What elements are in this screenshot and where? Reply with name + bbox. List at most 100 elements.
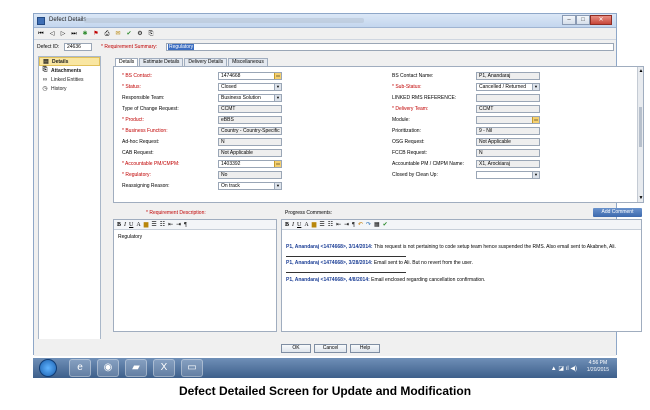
bullet-list-icon[interactable]: ☰: [151, 221, 156, 229]
maximize-icon[interactable]: □: [576, 15, 590, 25]
fccb-request-field[interactable]: N: [476, 149, 540, 157]
summary-field[interactable]: Regulatory: [166, 43, 614, 51]
sidebar-item-attachments[interactable]: ⎘ Attachments: [39, 66, 100, 75]
tab-delivery-details[interactable]: Delivery Details: [184, 58, 228, 66]
chevron-down-icon[interactable]: ▼: [532, 84, 539, 90]
highlight-icon[interactable]: ▆: [312, 221, 317, 229]
field-label: Type of Change Request:: [122, 106, 179, 112]
bold-icon[interactable]: B: [285, 221, 289, 229]
file-manager-icon[interactable]: ▭: [181, 359, 203, 377]
font-color-icon[interactable]: A: [136, 221, 140, 229]
lookup-icon[interactable]: ▭: [532, 117, 539, 123]
underline-icon[interactable]: U: [129, 221, 133, 229]
text-direction-icon[interactable]: ¶: [352, 221, 355, 229]
scroll-up-icon[interactable]: ▲: [638, 68, 644, 74]
description-editor[interactable]: B I U A ▆ ☰ ☷ ⇤ ⇥ ¶ Regulatory: [113, 219, 277, 332]
underline-icon[interactable]: U: [297, 221, 301, 229]
mail-icon[interactable]: ✉: [114, 30, 122, 39]
flag-icon[interactable]: ⚑: [92, 30, 100, 39]
responsible-team-select[interactable]: Business Solution ▼: [218, 94, 282, 102]
reassigning-reason-select[interactable]: On track ▼: [218, 182, 282, 190]
indent-left-icon[interactable]: ⇤: [336, 221, 341, 229]
settings-icon[interactable]: ⚙: [136, 30, 144, 39]
indent-left-icon[interactable]: ⇤: [168, 221, 173, 229]
closed-by-cleanup-select[interactable]: ▼: [476, 171, 540, 179]
regulatory-field[interactable]: No: [218, 171, 282, 179]
comment-text: Email enclosed regarding cancellation co…: [369, 277, 486, 283]
bs-contact-input[interactable]: 1474668 ▭: [218, 72, 282, 80]
clock-date: 1/20/2015: [586, 367, 609, 373]
help-button[interactable]: Help: [350, 344, 380, 353]
field-value: 1403392: [221, 161, 241, 167]
attach-icon[interactable]: ⎘: [147, 30, 155, 39]
excel-icon[interactable]: X: [153, 359, 175, 377]
chevron-down-icon[interactable]: ▼: [532, 172, 539, 178]
ok-button[interactable]: OK: [281, 344, 311, 353]
cancel-button[interactable]: Cancel: [314, 344, 347, 353]
spell-check-icon[interactable]: ✔: [125, 30, 133, 39]
delivery-team-field[interactable]: CCMT: [476, 105, 540, 113]
internet-explorer-icon[interactable]: e: [69, 359, 91, 377]
close-icon[interactable]: ✕: [590, 15, 612, 25]
lookup-icon[interactable]: ▭: [274, 73, 281, 79]
cab-request-field[interactable]: Not Applicable: [218, 149, 282, 157]
table-icon[interactable]: ▦: [374, 221, 380, 229]
prioritization-field[interactable]: 9 - Nil: [476, 127, 540, 135]
undo-icon[interactable]: ↶: [358, 221, 363, 229]
italic-icon[interactable]: I: [124, 221, 126, 229]
previous-record-icon[interactable]: ◁: [48, 30, 56, 39]
module-field[interactable]: ▭: [476, 116, 540, 124]
scroll-thumb[interactable]: [639, 107, 642, 147]
chevron-down-icon[interactable]: ▼: [274, 84, 281, 90]
bs-contact-name-field[interactable]: P1, Anandaraj: [476, 72, 540, 80]
defect-id-field[interactable]: 24636: [64, 43, 92, 51]
sidebar-item-history[interactable]: ◷ History: [39, 84, 100, 93]
product-field[interactable]: eBBS: [218, 116, 282, 124]
chevron-down-icon[interactable]: ▼: [274, 95, 281, 101]
spell-check-icon[interactable]: ✔: [383, 221, 388, 229]
italic-icon[interactable]: I: [292, 221, 294, 229]
next-record-icon[interactable]: ▷: [59, 30, 67, 39]
chevron-down-icon[interactable]: ▼: [274, 183, 281, 189]
print-icon[interactable]: ⎙: [103, 30, 111, 39]
tab-miscellaneous[interactable]: Miscellaneous: [228, 58, 268, 66]
osg-request-field[interactable]: Not Applicable: [476, 138, 540, 146]
sidebar-item-details[interactable]: ▤ Details: [39, 57, 100, 66]
indent-right-icon[interactable]: ⇥: [176, 221, 181, 229]
last-record-icon[interactable]: ⏭: [70, 30, 78, 39]
scroll-down-icon[interactable]: ▼: [638, 195, 644, 201]
numbered-list-icon[interactable]: ☷: [328, 221, 333, 229]
type-of-change-field[interactable]: CCMT: [218, 105, 282, 113]
tab-estimate-details[interactable]: Estimate Details: [139, 58, 184, 66]
indent-right-icon[interactable]: ⇥: [344, 221, 349, 229]
business-function-field[interactable]: Country - Country-Specific: [218, 127, 282, 135]
comments-editor[interactable]: B I U A ▆ ☰ ☷ ⇤ ⇥ ¶ ↶ ↷ ▦ ✔ P1, Anandara…: [281, 219, 642, 332]
redo-icon[interactable]: ↷: [366, 221, 371, 229]
font-color-icon[interactable]: A: [304, 221, 308, 229]
minimize-icon[interactable]: –: [562, 15, 576, 25]
folder-icon[interactable]: ▰: [125, 359, 147, 377]
system-tray-icons[interactable]: ▲ ◪ ıl ◀): [551, 365, 577, 372]
field-responsible-team: Responsible Team: Business Solution ▼: [122, 94, 362, 103]
adhoc-request-field[interactable]: N: [218, 138, 282, 146]
numbered-list-icon[interactable]: ☷: [160, 221, 165, 229]
highlight-icon[interactable]: ▆: [144, 221, 149, 229]
start-button[interactable]: [39, 359, 57, 377]
new-defect-icon[interactable]: ✱: [81, 30, 89, 39]
tab-details[interactable]: Details: [115, 58, 139, 66]
bold-icon[interactable]: B: [117, 221, 121, 229]
form-scrollbar[interactable]: ▲ ▼: [637, 67, 643, 202]
sub-status-select[interactable]: Cancelled / Returned ▼: [476, 83, 540, 91]
linked-rms-field[interactable]: [476, 94, 540, 102]
accountable-pm-input[interactable]: 1403392 ▭: [218, 160, 282, 168]
accountable-pm-name-field[interactable]: X1, Arockiaraj: [476, 160, 540, 168]
bullet-list-icon[interactable]: ☰: [319, 221, 324, 229]
sidebar-item-linked-entities[interactable]: ∞ Linked Entities: [39, 75, 100, 84]
add-comment-button[interactable]: Add Comment: [593, 208, 642, 217]
lookup-icon[interactable]: ▭: [274, 161, 281, 167]
status-select[interactable]: Closed ▼: [218, 83, 282, 91]
chrome-icon[interactable]: ◉: [97, 359, 119, 377]
text-direction-icon[interactable]: ¶: [184, 221, 187, 229]
first-record-icon[interactable]: ⏮: [37, 30, 45, 39]
taskbar-clock[interactable]: 4:56 PM 1/20/2015: [587, 360, 609, 374]
